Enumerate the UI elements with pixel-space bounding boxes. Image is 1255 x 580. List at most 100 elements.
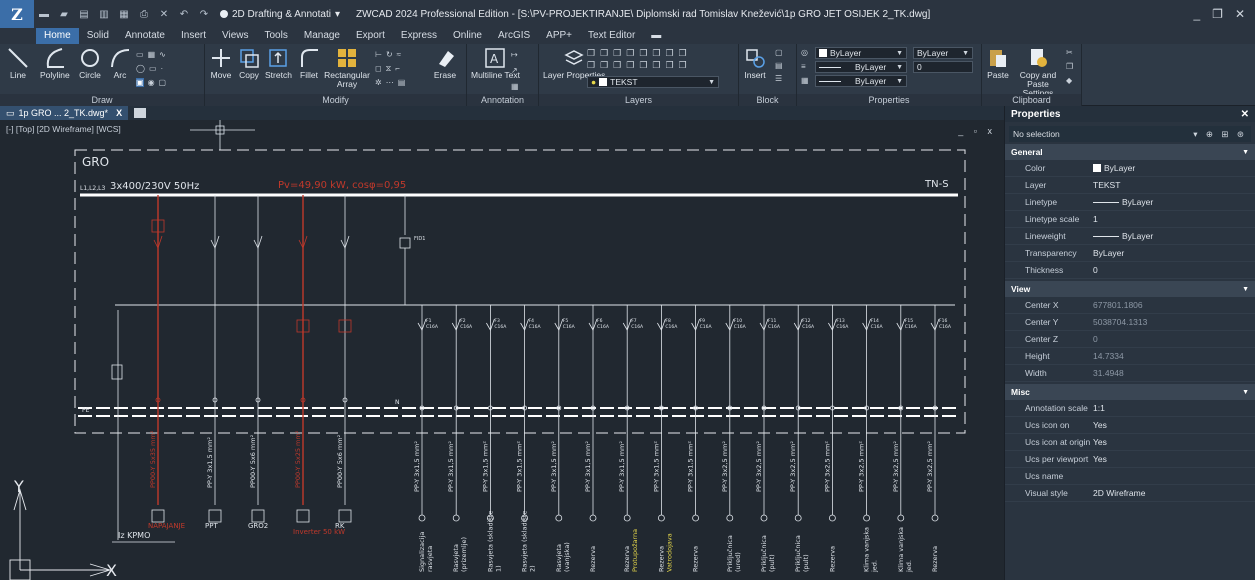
property-row[interactable]: Thickness 0 (1005, 262, 1255, 279)
undo-icon[interactable]: ↶ (177, 8, 191, 20)
section-general[interactable]: General ▼ (1005, 144, 1255, 160)
tab-manage[interactable]: Manage (296, 28, 348, 44)
polyline-button[interactable]: Polyline (40, 47, 70, 80)
property-value[interactable]: 0 (1093, 265, 1255, 275)
table-icon[interactable]: ▦ (511, 82, 519, 91)
line-button[interactable]: Line (6, 47, 30, 80)
open-file-icon[interactable]: ▰ (57, 8, 71, 20)
property-row[interactable]: Center Z 0 (1005, 331, 1255, 348)
clipboard-panel-title[interactable]: Clipboard (982, 94, 1081, 106)
restore-button[interactable]: ❐ (1212, 7, 1223, 21)
minimize-button[interactable]: _ (1193, 7, 1200, 21)
layer-freeze-icon[interactable]: ❐ (587, 48, 596, 59)
layer-delete-icon[interactable]: ❐ (639, 60, 648, 71)
property-row[interactable]: Center X 677801.1806 (1005, 297, 1255, 314)
rotate-icon[interactable]: ↻ (386, 50, 393, 59)
match-properties-icon[interactable]: ◎ (801, 48, 809, 57)
property-row[interactable]: Ucs icon at origin Yes (1005, 434, 1255, 451)
property-value[interactable]: 31.4948 (1093, 368, 1255, 378)
point-icon[interactable]: · (161, 64, 164, 73)
property-value[interactable]: 1:1 (1093, 403, 1255, 413)
draw-panel-title[interactable]: Draw (0, 94, 204, 106)
tab-export[interactable]: Export (348, 28, 393, 44)
layer-copy-icon[interactable]: ❐ (665, 60, 674, 71)
new-file-icon[interactable]: ▬ (37, 8, 51, 20)
layer-unisolate-icon[interactable]: ❐ (639, 48, 648, 59)
tab-annotate[interactable]: Annotate (117, 28, 173, 44)
tab-app-plus[interactable]: APP+ (538, 28, 580, 44)
print-icon[interactable]: ⎙ (137, 8, 151, 20)
copy-button[interactable]: Copy (237, 47, 261, 80)
property-row[interactable]: Annotation scale 1:1 (1005, 400, 1255, 417)
edit-block-icon[interactable]: ▤ (775, 61, 783, 70)
property-row[interactable]: Layer TEKST (1005, 177, 1255, 194)
plotstyle-combo[interactable]: ByLayer ▼ (913, 47, 973, 59)
property-row[interactable]: Visual style 2D Wireframe (1005, 485, 1255, 502)
property-value[interactable]: Yes (1093, 454, 1255, 464)
layer-combo[interactable]: ● TEKST ▼ (587, 76, 719, 88)
join-icon[interactable]: ▤ (398, 78, 406, 87)
cut-icon[interactable]: ✂ (1066, 48, 1073, 57)
redo-icon[interactable]: ↷ (197, 8, 211, 20)
lineweight-icon[interactable]: ≡ (801, 62, 809, 71)
tab-solid[interactable]: Solid (79, 28, 117, 44)
close-palette-icon[interactable]: ✕ (1241, 109, 1249, 120)
break-icon[interactable]: ⋯ (386, 78, 394, 87)
create-block-icon[interactable]: ▢ (775, 48, 783, 57)
property-row[interactable]: Ucs per viewport Yes (1005, 451, 1255, 468)
ellipse-icon[interactable]: ◯ (136, 64, 145, 73)
property-value[interactable]: Yes (1093, 437, 1255, 447)
scale-icon[interactable]: ◻ (375, 64, 382, 74)
tab-insert[interactable]: Insert (173, 28, 214, 44)
wipeout-icon[interactable]: ▢ (159, 78, 167, 87)
ribbon-toggle-icon[interactable]: ▬ (643, 28, 669, 44)
layer-off-icon[interactable]: ❐ (600, 48, 609, 59)
property-row[interactable]: Ucs icon on Yes (1005, 417, 1255, 434)
property-row[interactable]: Center Y 5038704.1313 (1005, 314, 1255, 331)
close-tab-button[interactable]: X (116, 108, 122, 118)
layer-state-icon[interactable]: ❐ (679, 60, 688, 71)
property-row[interactable]: Linetype scale 1 (1005, 211, 1255, 228)
save-as-icon[interactable]: ▥ (97, 8, 111, 20)
modify-panel-title[interactable]: Modify (205, 94, 466, 106)
linetype-combo[interactable]: ByLayer ▼ (815, 61, 907, 73)
block-panel-title[interactable]: Block (739, 94, 796, 106)
arc-button[interactable]: Arc (108, 47, 132, 80)
transparency-input[interactable]: 0 (913, 61, 973, 73)
property-value[interactable]: Yes (1093, 420, 1255, 430)
document-tab[interactable]: ▭ 1p GRO ... 2_TK.dwg* X (0, 106, 129, 120)
property-row[interactable]: Linetype ByLayer (1005, 194, 1255, 211)
workspace-select[interactable]: 2D Drafting & Annotati ▾ (220, 9, 340, 20)
copy-clip-icon[interactable]: ❐ (1066, 62, 1073, 71)
selection-dropdown[interactable]: No selection ▾ ⊕ ⊞ ⊛ (1009, 126, 1251, 142)
quick-select-icon[interactable]: ▾ ⊕ ⊞ ⊛ (1193, 129, 1247, 140)
property-value[interactable]: 14.7334 (1093, 351, 1255, 361)
layer-previous-icon[interactable]: ❐ (665, 48, 674, 59)
copy-paste-settings-button[interactable]: Copy and Paste Settings (1014, 47, 1062, 98)
boundary-icon[interactable]: ▣ (136, 78, 144, 87)
hatch-icon[interactable]: ▦ (148, 50, 156, 59)
circle-button[interactable]: Circle (78, 47, 102, 80)
layer-walk-icon[interactable]: ❐ (679, 48, 688, 59)
layer-lock-icon[interactable]: ❐ (613, 48, 622, 59)
fillet-button[interactable]: Fillet (297, 47, 321, 80)
trim-icon[interactable]: ⊢ (375, 50, 382, 59)
property-row[interactable]: Ucs name (1005, 468, 1255, 485)
property-value[interactable]: TEKST (1093, 180, 1255, 190)
drawing-canvas[interactable]: GRO L1,L2,L3 3x400/230V 50Hz Pv=49,90 kW… (0, 120, 1004, 580)
tab-views[interactable]: Views (214, 28, 257, 44)
mirror-icon[interactable]: ⧖ (386, 64, 392, 74)
app-logo[interactable]: Z (0, 0, 34, 28)
property-value[interactable]: ByLayer (1093, 163, 1255, 173)
property-row[interactable]: Width 31.4948 (1005, 365, 1255, 382)
leader-icon[interactable]: ↗ (511, 66, 518, 75)
save-icon[interactable]: ▤ (77, 8, 91, 20)
list-icon[interactable]: ▦ (801, 76, 809, 85)
layer-isolate-icon[interactable]: ❐ (626, 48, 635, 59)
array-button[interactable]: Rectangular Array (324, 47, 370, 89)
tab-express[interactable]: Express (393, 28, 445, 44)
layer-on-icon[interactable]: ❐ (587, 60, 596, 71)
properties-panel-title[interactable]: Properties (797, 94, 981, 106)
layers-panel-title[interactable]: Layers (539, 94, 738, 106)
property-row[interactable]: Height 14.7334 (1005, 348, 1255, 365)
